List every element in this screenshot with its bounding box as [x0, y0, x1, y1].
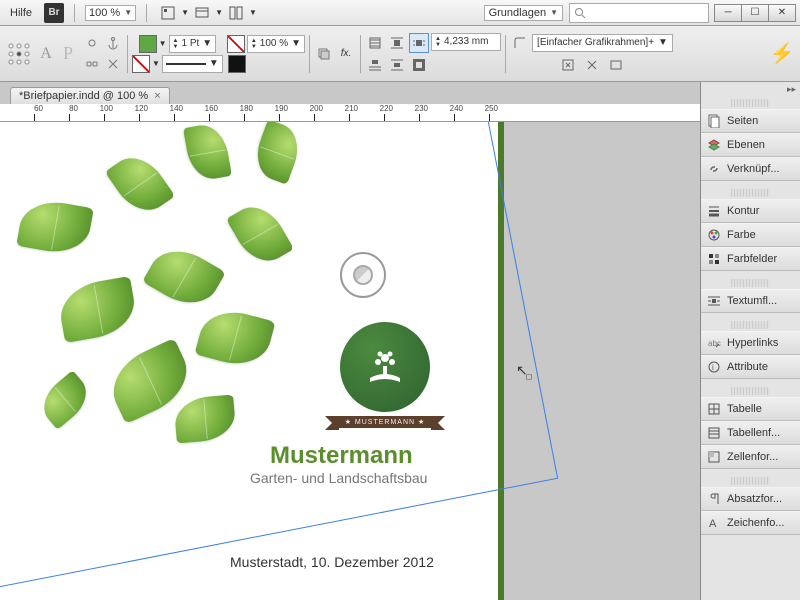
panel-kontur[interactable]: Kontur	[701, 199, 800, 223]
wrap-offset-value: 4,233 mm	[444, 36, 488, 47]
horizontal-ruler[interactable]: 60 80 100 120 140 160 180 190 200 210 22…	[0, 104, 800, 122]
cursor-icon: ↖◻	[516, 362, 534, 379]
default-swatch[interactable]	[228, 55, 246, 73]
chain-icon[interactable]	[82, 54, 102, 74]
unlink-icon[interactable]	[103, 54, 123, 74]
chevron-down-icon: ▼	[215, 8, 223, 17]
panel-seiten[interactable]: Seiten	[701, 109, 800, 133]
company-subtitle: Garten- und Landschaftsbau	[250, 470, 427, 486]
panel-grip[interactable]	[731, 387, 770, 395]
panel-grip[interactable]	[731, 99, 770, 107]
wrap-invert-icon[interactable]	[409, 55, 429, 75]
close-button[interactable]: ✕	[768, 4, 796, 22]
screen-mode-icon[interactable]	[191, 3, 213, 23]
search-input[interactable]	[569, 3, 709, 23]
chevron-down-icon: ▼	[249, 8, 257, 17]
arrange-icon[interactable]	[225, 3, 247, 23]
panel-grip[interactable]	[731, 189, 770, 197]
document-tab-title: *Briefpapier.indd @ 100 %	[19, 90, 148, 102]
svg-text:i: i	[712, 363, 714, 372]
clear-override-icon[interactable]	[582, 55, 602, 75]
canvas[interactable]: ★ MUSTERMANN ★ Mustermann Garten- und La…	[0, 122, 700, 600]
new-style-icon[interactable]	[606, 55, 626, 75]
logo-ribbon: ★ MUSTERMANN ★	[335, 416, 435, 428]
document-page[interactable]: ★ MUSTERMANN ★ Mustermann Garten- und La…	[0, 122, 504, 600]
chevron-down-icon: ▼	[152, 59, 160, 68]
anchor-icon[interactable]	[103, 33, 123, 53]
maximize-button[interactable]: ☐	[741, 4, 769, 22]
svg-text:abc: abc	[708, 339, 721, 348]
stroke-weight-value: 1 Pt	[182, 38, 200, 49]
panel-textumfluss[interactable]: Textumfl...	[701, 289, 800, 313]
chevron-down-icon: ▼	[124, 8, 132, 17]
wrap-offset[interactable]: ▲▼4,233 mm	[431, 33, 501, 51]
workspace-selector[interactable]: Grundlagen▼	[484, 5, 563, 21]
rotate-handle[interactable]	[340, 252, 386, 298]
zoom-level[interactable]: 100 % ▼	[85, 5, 136, 21]
green-margin-bar	[498, 122, 504, 600]
wrap-jump-icon[interactable]	[365, 55, 385, 75]
bridge-icon[interactable]: Br	[44, 3, 64, 23]
fit-content-icon[interactable]	[558, 55, 578, 75]
close-tab-icon[interactable]: ×	[154, 90, 160, 102]
wrap-none-icon[interactable]	[365, 33, 385, 53]
panel-dock[interactable]: ▸▸ Seiten Ebenen Verknüpf... Kontur Farb…	[700, 82, 800, 600]
logo-circle	[340, 322, 430, 412]
fill-swatch[interactable]	[139, 35, 157, 53]
object-style[interactable]: [Einfacher Grafikrahmen]+▼	[532, 34, 673, 52]
panel-grip[interactable]	[731, 279, 770, 287]
search-icon	[574, 7, 586, 19]
panel-grip[interactable]	[731, 477, 770, 485]
panel-tabelle[interactable]: Tabelle	[701, 397, 800, 421]
transform-reference[interactable]	[6, 41, 32, 67]
stroke-weight[interactable]: ▲▼1 Pt▼	[169, 35, 217, 53]
company-name: Mustermann	[270, 442, 413, 470]
view-mode-icon[interactable]	[157, 3, 179, 23]
panel-zeichenformate[interactable]: AZeichenfo...	[701, 511, 800, 535]
panel-zellenformate[interactable]: Zellenfor...	[701, 445, 800, 469]
quick-apply-icon[interactable]: ⚡	[770, 38, 794, 70]
object-style-value: [Einfacher Grafikrahmen]+	[537, 37, 654, 48]
para-format-icon[interactable]: P	[58, 44, 78, 64]
panel-farbe[interactable]: Farbe	[701, 223, 800, 247]
wrap-bbox-icon[interactable]	[387, 33, 407, 53]
tint-value: 100 %	[260, 38, 288, 49]
swap-swatch[interactable]	[227, 35, 245, 53]
wrap-column-icon[interactable]	[387, 55, 407, 75]
panel-absatzformate[interactable]: Absatzfor...	[701, 487, 800, 511]
collapse-dock-icon[interactable]: ▸▸	[701, 82, 800, 97]
stroke-style[interactable]: ▼	[162, 55, 223, 73]
zoom-value: 100 %	[89, 7, 120, 19]
tint-field[interactable]: ▲▼100 %▼	[247, 35, 305, 53]
panel-attribute[interactable]: iAttribute	[701, 355, 800, 379]
stroke-none-swatch[interactable]	[132, 55, 150, 73]
corner-icon[interactable]	[510, 33, 530, 53]
panel-tabellenformate[interactable]: Tabellenf...	[701, 421, 800, 445]
company-logo[interactable]: ★ MUSTERMANN ★	[330, 322, 440, 428]
tree-icon	[360, 342, 410, 392]
wrap-shape-icon[interactable]	[409, 33, 429, 53]
minimize-button[interactable]: ─	[714, 4, 742, 22]
fx-icon[interactable]: fx.	[336, 44, 356, 64]
panel-grip[interactable]	[731, 321, 770, 329]
panel-ebenen[interactable]: Ebenen	[701, 133, 800, 157]
char-format-icon[interactable]: A	[36, 44, 56, 64]
workspace-label: Grundlagen	[489, 7, 547, 19]
chevron-down-icon: ▼	[181, 8, 189, 17]
menu-help[interactable]: Hilfe	[4, 7, 38, 19]
chevron-down-icon: ▼	[159, 39, 167, 48]
panel-verknuepfungen[interactable]: Verknüpf...	[701, 157, 800, 181]
document-tab[interactable]: *Briefpapier.indd @ 100 % ×	[10, 87, 170, 104]
panel-hyperlinks[interactable]: abcHyperlinks	[701, 331, 800, 355]
dateline: Musterstadt, 10. Dezember 2012	[230, 554, 434, 570]
svg-text:A: A	[709, 518, 717, 530]
leaves-image[interactable]	[0, 122, 360, 482]
link-icon[interactable]	[82, 33, 102, 53]
panel-farbfelder[interactable]: Farbfelder	[701, 247, 800, 271]
chevron-down-icon: ▼	[550, 8, 558, 17]
effects-icon[interactable]	[314, 44, 334, 64]
